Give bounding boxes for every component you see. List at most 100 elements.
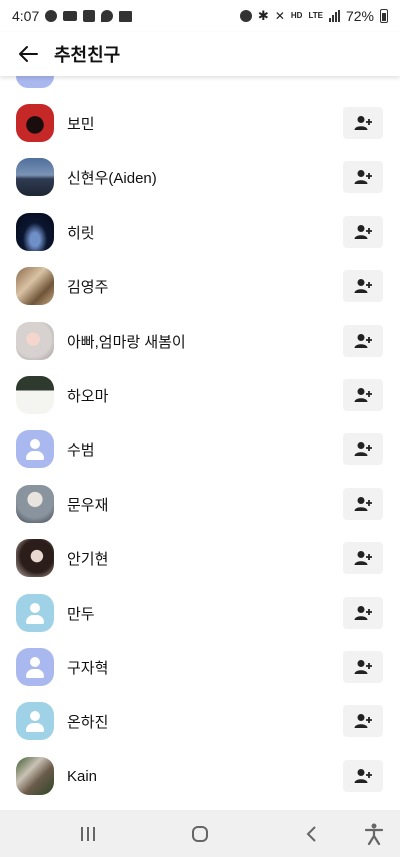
- friend-name: 아빠,엄마랑 새봄이: [67, 333, 186, 351]
- signal-icon: [328, 10, 340, 22]
- gallery-icon: [119, 10, 133, 22]
- status-time: 4:07: [12, 8, 40, 24]
- avatar[interactable]: [16, 648, 54, 686]
- nav-back-button[interactable]: [296, 822, 328, 846]
- friend-name: 안기현: [67, 550, 109, 568]
- battery-percent: 72%: [345, 8, 374, 24]
- friend-row[interactable]: 문우재: [0, 477, 400, 531]
- home-icon: [192, 826, 208, 842]
- vibrate-icon: ✕: [274, 9, 285, 23]
- add-friend-button[interactable]: [343, 433, 383, 465]
- friend-row[interactable]: 히릿: [0, 205, 400, 259]
- friend-name: 신현우(Aiden): [67, 169, 157, 187]
- friend-name: 수범: [67, 441, 95, 459]
- friend-row[interactable]: 아빠,엄마랑 새봄이: [0, 314, 400, 368]
- avatar[interactable]: [16, 376, 54, 414]
- add-person-icon: [354, 660, 372, 674]
- add-friend-button[interactable]: [343, 760, 383, 792]
- friend-name: 구자혁: [67, 659, 109, 677]
- accessibility-button[interactable]: [358, 820, 390, 848]
- add-friend-button[interactable]: [343, 325, 383, 357]
- avatar[interactable]: [16, 158, 54, 196]
- add-friend-button[interactable]: [343, 270, 383, 302]
- avatar[interactable]: [16, 757, 54, 795]
- app-header: 추천친구: [0, 32, 400, 76]
- add-friend-button[interactable]: [343, 542, 383, 574]
- friend-row[interactable]: Kain: [0, 749, 400, 803]
- system-nav-bar: [0, 810, 400, 857]
- add-friend-button[interactable]: [343, 488, 383, 520]
- friend-name: 온하진: [67, 713, 109, 731]
- recent-apps-button[interactable]: [72, 822, 104, 846]
- add-friend-button[interactable]: [343, 597, 383, 629]
- friend-name: 만두: [67, 605, 95, 623]
- add-person-icon: [354, 442, 372, 456]
- friend-name: 김영주: [67, 278, 109, 296]
- avatar[interactable]: [16, 702, 54, 740]
- status-bar: 4:07 ✱ ✕ HD LTE 72%: [0, 0, 400, 32]
- add-friend-button[interactable]: [343, 651, 383, 683]
- avatar[interactable]: [16, 430, 54, 468]
- status-left: 4:07: [12, 8, 133, 24]
- avatar[interactable]: [16, 322, 54, 360]
- notification-icon: [83, 10, 96, 22]
- avatar[interactable]: [16, 594, 54, 632]
- friend-name: 히릿: [67, 224, 95, 242]
- add-person-icon: [354, 769, 372, 783]
- default-person-icon: [16, 648, 54, 686]
- battery-icon: [380, 9, 388, 23]
- friend-name: 보민: [67, 115, 95, 133]
- friend-row[interactable]: 보민: [0, 96, 400, 150]
- add-friend-button[interactable]: [343, 161, 383, 193]
- add-friend-button[interactable]: [343, 216, 383, 248]
- avatar[interactable]: [16, 267, 54, 305]
- settings-gear-icon: [45, 10, 58, 22]
- add-person-icon: [354, 116, 372, 130]
- network-lte: LTE: [308, 11, 323, 20]
- default-person-icon: [16, 594, 54, 632]
- add-person-icon: [354, 170, 372, 184]
- friend-row[interactable]: 온하진: [0, 694, 400, 748]
- friend-name: 하오마: [67, 387, 109, 405]
- add-person-icon: [354, 225, 372, 239]
- add-friend-button[interactable]: [343, 705, 383, 737]
- add-person-icon: [354, 334, 372, 348]
- friend-row[interactable]: 수범: [0, 422, 400, 476]
- friend-row[interactable]: 구자혁: [0, 640, 400, 694]
- friend-row[interactable]: 안기현: [0, 531, 400, 585]
- add-person-icon: [354, 388, 372, 402]
- add-person-icon: [354, 551, 372, 565]
- back-icon: [306, 826, 316, 842]
- network-hd: HD: [290, 11, 303, 20]
- add-friend-button[interactable]: [343, 379, 383, 411]
- partial-avatar: [16, 76, 54, 88]
- arrow-left-icon: [19, 46, 38, 62]
- friend-row[interactable]: 만두: [0, 586, 400, 640]
- add-person-icon: [354, 279, 372, 293]
- add-person-icon: [354, 714, 372, 728]
- avatar[interactable]: [16, 485, 54, 523]
- add-person-icon: [354, 606, 372, 620]
- mail-icon: [63, 11, 78, 21]
- avatar[interactable]: [16, 213, 54, 251]
- back-button[interactable]: [8, 34, 48, 74]
- home-button[interactable]: [184, 822, 216, 846]
- default-person-icon: [16, 702, 54, 740]
- friend-row[interactable]: 하오마: [0, 368, 400, 422]
- friend-name: 문우재: [67, 496, 109, 514]
- accessibility-icon: [364, 823, 384, 845]
- page-title: 추천친구: [54, 45, 121, 65]
- add-friend-button[interactable]: [343, 107, 383, 139]
- friend-name: Kain: [67, 767, 98, 785]
- default-person-icon: [16, 430, 54, 468]
- avatar[interactable]: [16, 539, 54, 577]
- friend-row[interactable]: 김영주: [0, 259, 400, 313]
- add-person-icon: [354, 497, 372, 511]
- status-right: ✱ ✕ HD LTE 72%: [239, 8, 388, 24]
- friend-list[interactable]: 보민신현우(Aiden) 히릿김영주아빠,엄마랑 새봄이하오마수범문우재안기현만두…: [0, 76, 400, 810]
- avatar[interactable]: [16, 104, 54, 142]
- chat-bubble-icon: [101, 10, 114, 22]
- friend-row[interactable]: 신현우(Aiden): [0, 150, 400, 204]
- recent-apps-icon: [81, 827, 95, 841]
- alarm-icon: [239, 10, 252, 22]
